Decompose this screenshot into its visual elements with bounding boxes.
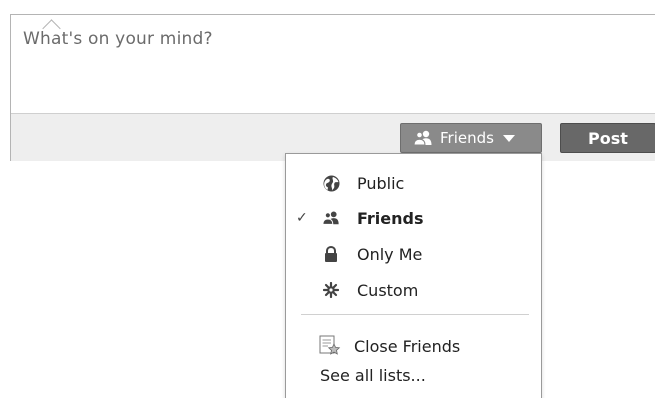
menu-item-close-friends[interactable]: Close Friends xyxy=(286,329,541,363)
menu-item-label: Public xyxy=(357,173,405,193)
checkmark-icon: ✓ xyxy=(296,210,308,226)
page: What's on your mind? Friends Post Public… xyxy=(0,0,655,398)
menu-item-label: Only Me xyxy=(357,244,423,264)
menu-item-label: Close Friends xyxy=(354,336,461,356)
menu-item-custom[interactable]: Custom xyxy=(286,273,541,307)
menu-item-label: Friends xyxy=(357,208,424,228)
menu-item-public[interactable]: Public xyxy=(286,166,541,200)
menu-item-only-me[interactable]: Only Me xyxy=(286,237,541,271)
menu-divider xyxy=(301,314,529,315)
audience-selector-label: Friends xyxy=(440,129,494,147)
menu-item-friends[interactable]: ✓ Friends xyxy=(286,201,541,235)
friends-icon xyxy=(413,130,433,146)
post-button[interactable]: Post xyxy=(560,123,655,153)
audience-dropdown-menu: Public ✓ Friends Only Me Custom Close Fr… xyxy=(285,153,542,398)
friends-icon xyxy=(322,209,340,227)
chevron-down-icon xyxy=(502,134,515,142)
menu-item-label: Custom xyxy=(357,280,419,300)
gear-icon xyxy=(322,281,340,299)
globe-icon xyxy=(322,174,340,192)
lock-icon xyxy=(322,245,340,263)
see-all-lists-link[interactable]: See all lists... xyxy=(320,366,426,385)
close-friends-star-icon xyxy=(319,335,341,357)
audience-selector-button[interactable]: Friends xyxy=(400,123,542,153)
status-composer: What's on your mind? Friends Post xyxy=(10,14,655,161)
post-button-label: Post xyxy=(588,128,628,148)
status-input[interactable]: What's on your mind? xyxy=(11,15,655,113)
